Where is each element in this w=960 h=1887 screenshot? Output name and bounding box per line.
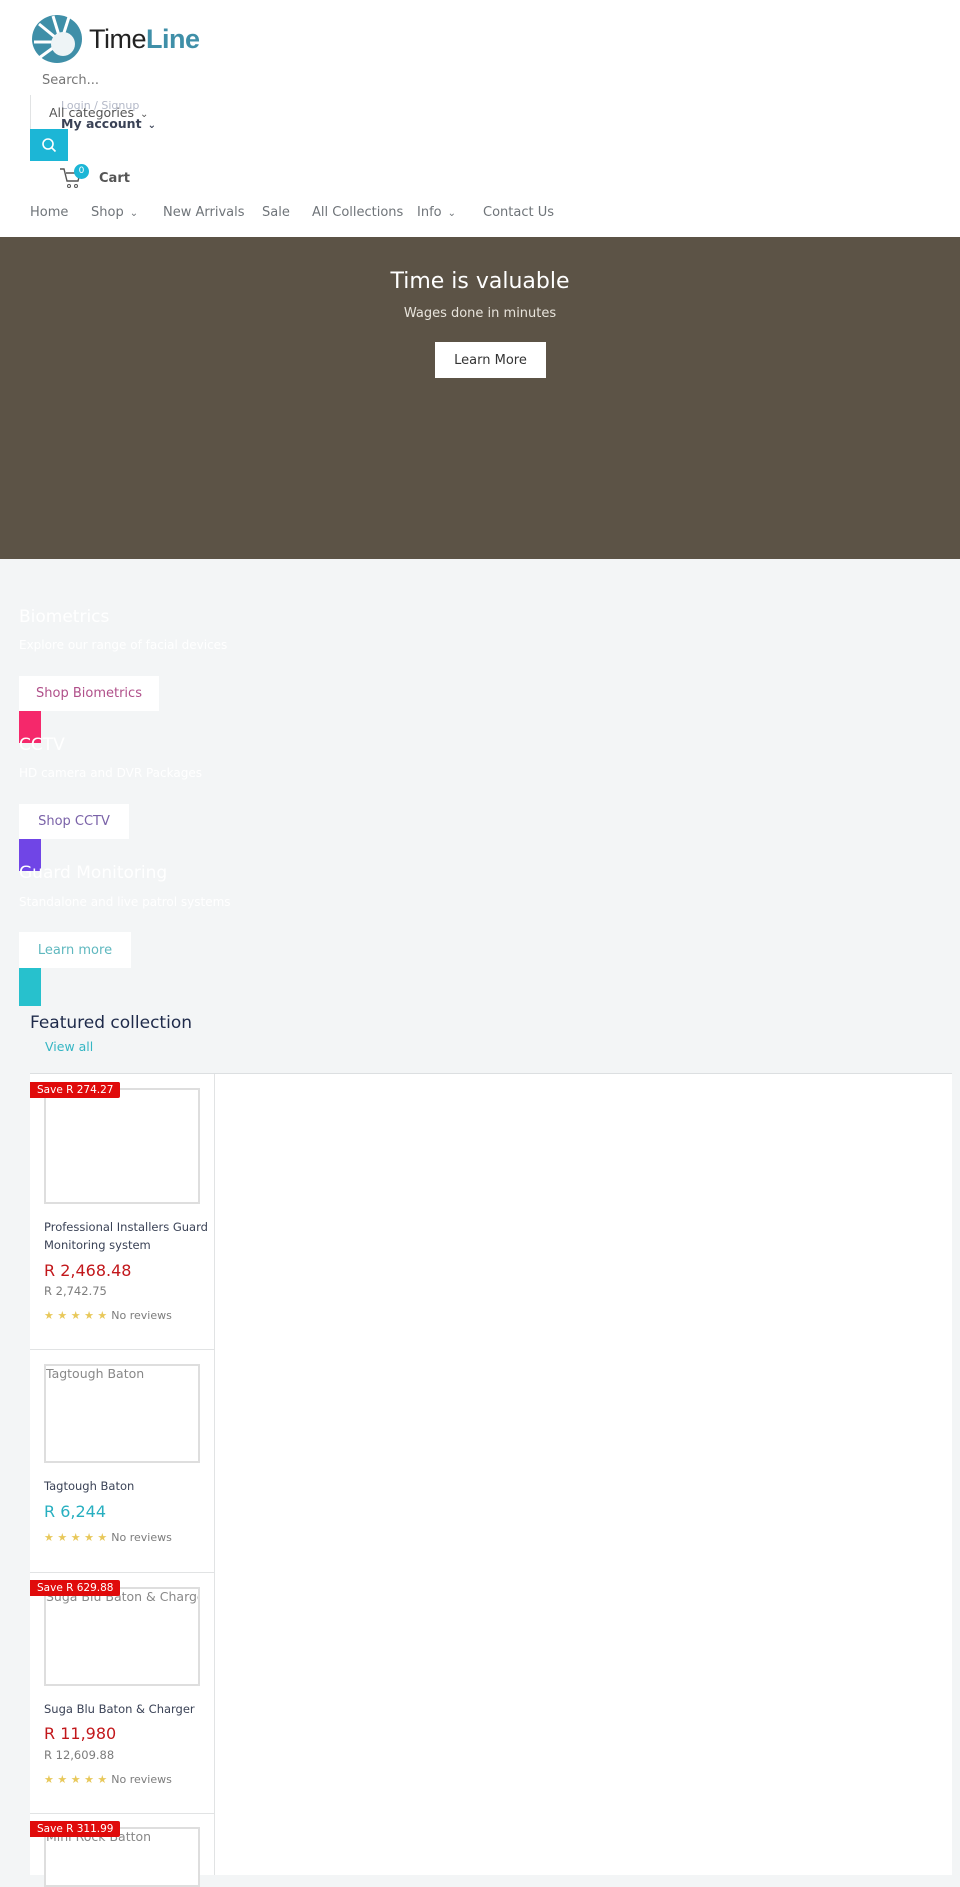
search-input[interactable] [30,70,330,90]
star-icon: ★ ★ ★ ★ ★ [44,1773,108,1786]
rating-stars: ★ ★ ★ ★ ★ No reviews [44,1309,172,1322]
promo-desc-biometrics: Explore our range of facial devices [19,638,228,652]
product-divider [30,1572,215,1573]
my-account-dropdown[interactable]: My account ⌄ [61,116,156,131]
product-price: R 11,980 [44,1724,117,1743]
shop-biometrics-button[interactable]: Shop Biometrics [19,676,159,711]
nav-all-collections[interactable]: All Collections [312,205,403,220]
promo-desc-guard-monitoring: Standalone and live patrol systems [19,895,231,909]
nav-shop[interactable]: Shop ⌄ [91,205,138,220]
product-title[interactable]: Tagtough Baton [44,1477,134,1495]
shop-cctv-button[interactable]: Shop CCTV [19,804,129,839]
search-icon [42,138,57,153]
product-price: R 6,244 [44,1502,107,1521]
product-compare-price: R 12,609.88 [44,1748,115,1762]
product-image[interactable] [44,1088,200,1204]
star-icon: ★ ★ ★ ★ ★ [44,1531,108,1544]
nav-home[interactable]: Home [30,205,68,220]
header: TimeLine Login / Signup All categories⌄ … [0,0,960,237]
cart-button[interactable]: 0 Cart [59,164,130,190]
star-icon: ★ ★ ★ ★ ★ [44,1309,108,1322]
product-image[interactable]: Tagtough Baton [44,1364,200,1463]
cart-count-badge: 0 [74,164,89,179]
chevron-down-icon: ⌄ [447,208,456,219]
logo-sunburst-icon [32,15,82,63]
product-title[interactable]: Suga Blu Baton & Charger [44,1700,195,1718]
product-divider [30,1349,215,1350]
nav-new-arrivals[interactable]: New Arrivals [163,205,245,220]
hero-title: Time is valuable [390,269,570,294]
hero-learn-more-button[interactable]: Learn More [435,342,546,378]
promo-swatch-guard [19,968,41,1006]
product-price: R 2,468.48 [44,1261,132,1280]
chevron-down-icon: ⌄ [129,208,139,219]
search-divider [30,95,31,129]
hero-banner: Time is valuable Wages done in minutes L… [0,237,960,559]
product-image[interactable]: Suga Blu Baton & Charger [44,1587,200,1686]
view-all-link[interactable]: View all [45,1039,93,1054]
featured-collection-title: Featured collection [30,1013,192,1033]
product-divider [30,1813,215,1814]
nav-info[interactable]: Info ⌄ [417,205,456,220]
save-badge: Save R 311.99 [30,1821,121,1837]
nav-sale[interactable]: Sale [262,205,290,220]
nav-contact-us[interactable]: Contact Us [483,205,554,220]
save-badge: Save R 629.88 [30,1580,121,1596]
search-button[interactable] [30,129,68,161]
promo-title-guard-monitoring: Guard Monitoring [19,863,168,883]
product-grid-area [215,1074,952,1875]
logo[interactable]: TimeLine [31,14,200,64]
save-badge: Save R 274.27 [30,1082,121,1098]
promo-desc-cctv: HD camera and DVR Packages [19,766,202,780]
guard-learn-more-button[interactable]: Learn more [19,932,131,968]
product-compare-price: R 2,742.75 [44,1284,107,1298]
promo-title-biometrics: Biometrics [19,607,110,627]
cart-label: Cart [99,170,130,186]
rating-stars: ★ ★ ★ ★ ★ No reviews [44,1531,172,1544]
product-title[interactable]: Professional Installers Guard Monitoring … [44,1218,208,1254]
promo-title-cctv: CCTV [19,735,65,755]
rating-stars: ★ ★ ★ ★ ★ No reviews [44,1773,172,1786]
hero-subtitle: Wages done in minutes [403,306,557,321]
